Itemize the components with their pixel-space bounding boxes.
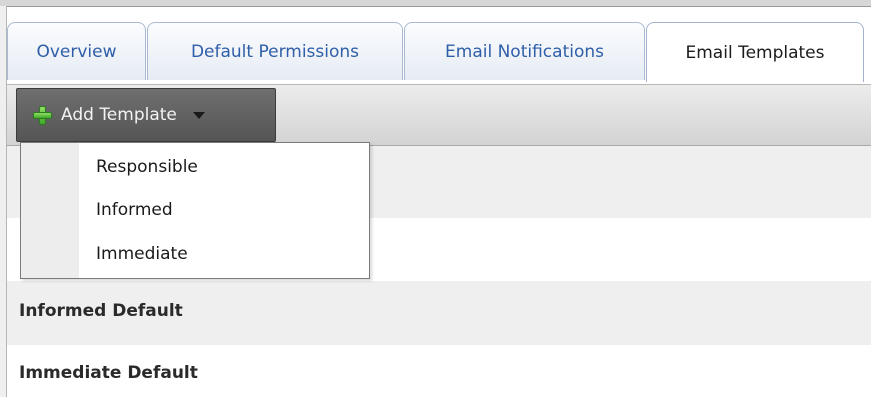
toolbar: Add Template (7, 84, 871, 146)
tab-default-permissions[interactable]: Default Permissions (147, 22, 403, 80)
plus-icon (33, 105, 52, 125)
add-template-dropdown-menu: Responsible Informed Immediate (20, 142, 370, 279)
tab-bar: Overview Default Permissions Email Notif… (7, 15, 871, 85)
menu-item-responsible[interactable]: Responsible (96, 157, 198, 177)
template-row-label: Immediate Default (19, 363, 198, 383)
caret-down-icon[interactable] (192, 111, 205, 119)
window-left-border (0, 6, 7, 397)
menu-icon-gutter (21, 143, 79, 278)
add-template-label: Add Template (61, 105, 177, 125)
tab-overview[interactable]: Overview (7, 22, 146, 80)
template-row[interactable]: Immediate Default (7, 345, 871, 397)
template-row-label: Informed Default (19, 301, 183, 321)
add-template-button[interactable]: Add Template (16, 88, 276, 142)
window-top-border (0, 0, 871, 7)
tab-email-notifications[interactable]: Email Notifications (404, 22, 645, 80)
template-row[interactable]: Informed Default (7, 281, 871, 345)
menu-item-informed[interactable]: Informed (96, 200, 173, 220)
tab-email-templates[interactable]: Email Templates (646, 22, 864, 82)
menu-item-immediate[interactable]: Immediate (96, 244, 188, 264)
